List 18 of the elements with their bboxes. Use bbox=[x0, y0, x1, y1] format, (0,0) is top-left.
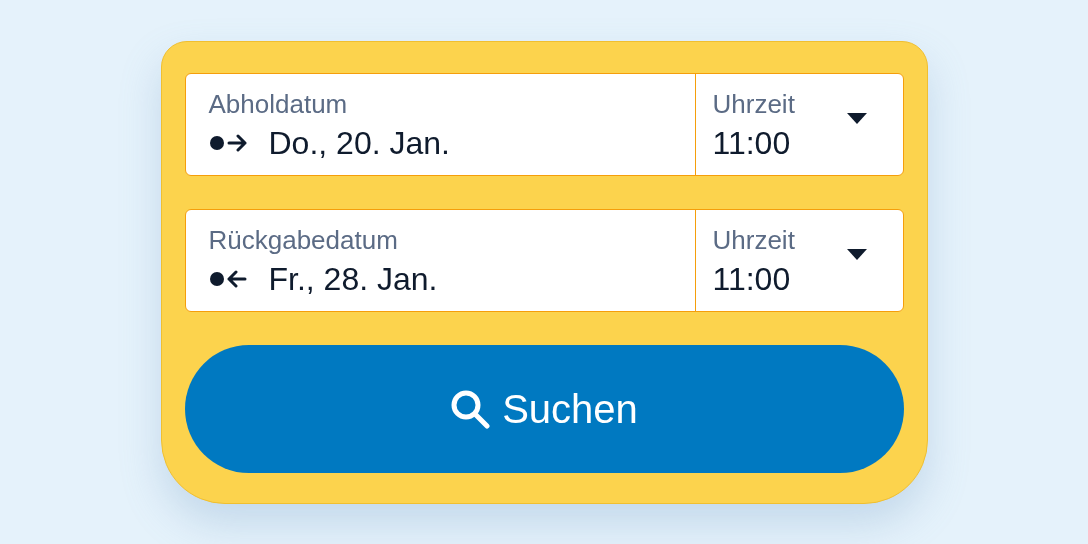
date-value: Fr., 28. Jan. bbox=[268, 259, 438, 298]
search-icon bbox=[450, 389, 491, 429]
caret-down-icon bbox=[846, 113, 867, 124]
time-label: Uhrzeit bbox=[712, 223, 795, 256]
time-label: Uhrzeit bbox=[712, 87, 795, 120]
date-value: Do., 20. Jan. bbox=[268, 123, 450, 162]
time-value: 11:00 bbox=[712, 123, 792, 162]
date-field[interactable]: Rückgabedatum Fr., 28. Jan. bbox=[185, 210, 696, 311]
dot-left-arrow-icon bbox=[208, 269, 249, 288]
dot-right-arrow-icon bbox=[208, 133, 249, 152]
caret-down-icon bbox=[846, 249, 867, 260]
time-dropdown[interactable]: Uhrzeit 11:00 bbox=[695, 210, 903, 311]
time-value: 11:00 bbox=[712, 259, 792, 298]
date-label: Rückgabedatum bbox=[208, 223, 398, 256]
time-dropdown[interactable]: Uhrzeit 11:00 bbox=[695, 74, 903, 175]
search-button[interactable]: Suchen bbox=[184, 345, 904, 473]
date-field[interactable]: Abholdatum Do., 20. Jan. bbox=[185, 74, 696, 175]
date-label: Abholdatum bbox=[208, 87, 348, 120]
